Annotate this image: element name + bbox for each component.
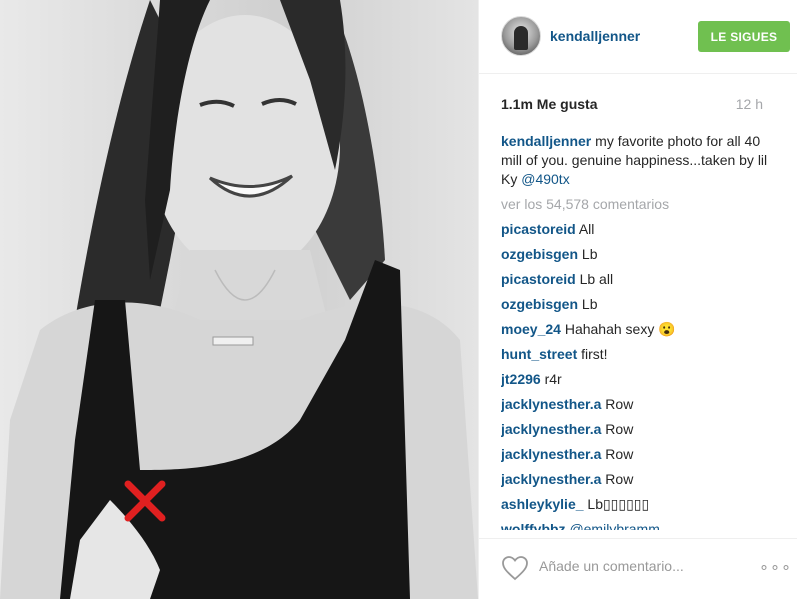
comments-list[interactable]: kendalljenner my favorite photo for all … — [501, 132, 776, 530]
comment-username[interactable]: moey_24 — [501, 321, 561, 337]
comment-item: jacklynesther.a Row — [501, 420, 776, 439]
author-username[interactable]: kendalljenner — [550, 28, 640, 44]
post-container: kendalljenner LE SIGUES 1.1m Me gusta 12… — [0, 0, 797, 599]
post-header: kendalljenner LE SIGUES — [479, 0, 797, 74]
comment-username[interactable]: jacklynesther.a — [501, 421, 601, 437]
comment-username[interactable]: jacklynesther.a — [501, 471, 601, 487]
caption: kendalljenner my favorite photo for all … — [501, 132, 776, 189]
comment-username[interactable]: jacklynesther.a — [501, 446, 601, 462]
add-comment-input[interactable]: Añade un comentario... — [539, 558, 684, 574]
load-more-comments[interactable]: ver los 54,578 comentarios — [501, 195, 776, 214]
comment-item: picastoreid Lb all — [501, 270, 776, 289]
comment-item: jt2296 r4r — [501, 370, 776, 389]
comment-item: jacklynesther.a Row — [501, 445, 776, 464]
comment-text: Lb — [581, 296, 598, 312]
comment-item: ozgebisgen Lb — [501, 295, 776, 314]
comment-text: first! — [581, 346, 608, 362]
comment-item: ashleykylie_ Lb▯▯▯▯▯▯ — [501, 495, 776, 514]
post-sidebar: kendalljenner LE SIGUES 1.1m Me gusta 12… — [478, 0, 797, 599]
comment-username[interactable]: hunt_street — [501, 346, 577, 362]
post-time[interactable]: 12 h — [736, 96, 763, 112]
caption-username[interactable]: kendalljenner — [501, 133, 591, 149]
comment-item: jacklynesther.a Row — [501, 395, 776, 414]
comment-item: jacklynesther.a Row — [501, 470, 776, 489]
heart-icon[interactable] — [501, 555, 529, 581]
comment-username[interactable]: picastoreid — [501, 221, 576, 237]
comment-text: Row — [605, 446, 634, 462]
photo-illustration — [0, 0, 478, 599]
comment-text: Lb — [581, 246, 598, 262]
likes-count[interactable]: 1.1m Me gusta — [501, 96, 597, 112]
comment-username[interactable]: ashleykylie_ — [501, 496, 584, 512]
comment-username[interactable]: wolffybbz — [501, 521, 566, 530]
comment-username[interactable]: jacklynesther.a — [501, 396, 601, 412]
comment-username[interactable]: ozgebisgen — [501, 296, 578, 312]
comment-item: hunt_street first! — [501, 345, 776, 364]
comment-text: Row — [605, 471, 634, 487]
comment-item: ozgebisgen Lb — [501, 245, 776, 264]
comment-text[interactable]: @emilybramm — [569, 521, 659, 530]
following-button[interactable]: LE SIGUES — [698, 21, 790, 52]
comment-username[interactable]: ozgebisgen — [501, 246, 578, 262]
post-footer: Añade un comentario... ∘∘∘ — [479, 538, 797, 599]
comment-item: wolffybbz @emilybramm — [501, 520, 776, 530]
comment-text: Row — [605, 396, 634, 412]
caption-mention[interactable]: @490tx — [521, 171, 569, 187]
comment-item: moey_24 Hahahah sexy 😮 — [501, 320, 776, 339]
comment-item: picastoreid All — [501, 220, 776, 239]
comment-text: Row — [605, 421, 634, 437]
likes-row: 1.1m Me gusta 12 h — [501, 96, 763, 112]
comment-text: r4r — [544, 371, 562, 387]
comment-username[interactable]: jt2296 — [501, 371, 541, 387]
avatar[interactable] — [501, 16, 541, 56]
more-options-icon[interactable]: ∘∘∘ — [759, 557, 792, 577]
comment-text: Lb all — [579, 271, 614, 287]
comment-text: Hahahah sexy 😮 — [564, 321, 676, 337]
post-photo[interactable] — [0, 0, 478, 599]
comment-username[interactable]: picastoreid — [501, 271, 576, 287]
comment-text: All — [578, 221, 595, 237]
comment-text: Lb▯▯▯▯▯▯ — [587, 496, 650, 512]
